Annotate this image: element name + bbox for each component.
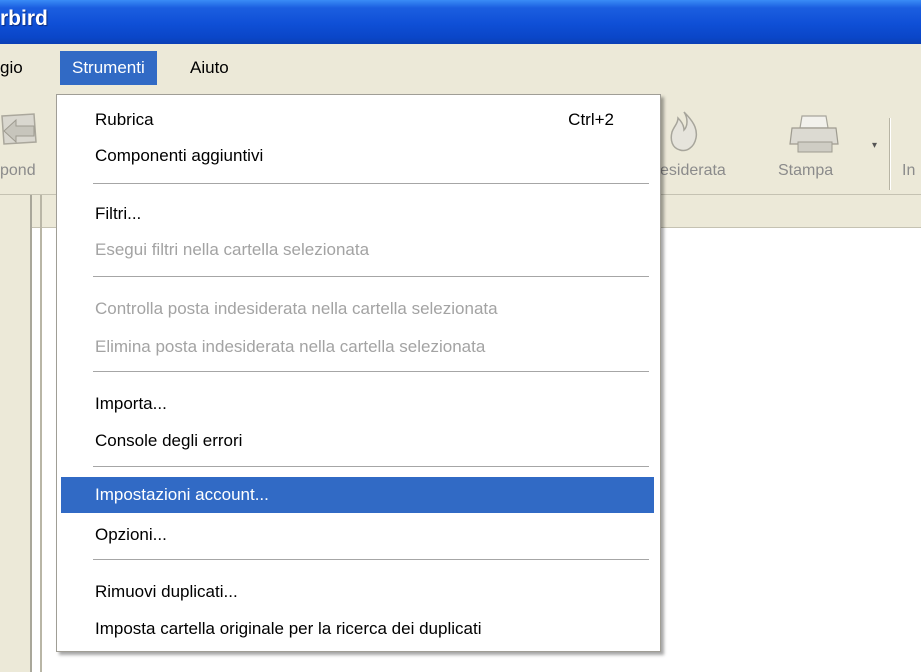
menu-item-opzioni[interactable]: Opzioni... (61, 519, 654, 551)
menu-item-label: Componenti aggiuntivi (95, 146, 264, 165)
menu-item-impostazioni-account[interactable]: Impostazioni account... (61, 477, 654, 513)
menu-separator (93, 276, 649, 278)
menu-item-shortcut: Ctrl+2 (568, 110, 614, 129)
menu-item-label: Esegui filtri nella cartella selezionata (95, 240, 370, 259)
menubar: gio Strumenti Aiuto (0, 44, 921, 92)
menu-item-rimuovi-duplicati[interactable]: Rimuovi duplicati... (61, 576, 654, 608)
menu-messaggio[interactable]: gio (0, 51, 29, 85)
print-dropdown-arrow-icon[interactable]: ▾ (872, 140, 877, 151)
menu-separator (93, 183, 649, 185)
menu-separator (93, 559, 649, 561)
toolbar-label-stampa[interactable]: Stampa (778, 162, 833, 180)
menu-item-label: Impostazioni account... (95, 485, 269, 504)
menu-item-console-errori[interactable]: Console degli errori (61, 425, 654, 457)
menu-item-filtri[interactable]: Filtri... (61, 198, 654, 230)
menu-item-label: Imposta cartella originale per la ricerc… (95, 619, 482, 638)
menu-item-esegui-filtri: Esegui filtri nella cartella selezionata (61, 234, 654, 266)
menu-item-elimina-posta-indesiderata: Elimina posta indesiderata nella cartell… (61, 331, 654, 363)
menu-item-label: Opzioni... (95, 525, 167, 544)
window-titlebar: rbird (0, 0, 921, 44)
menu-item-label: Rubrica (95, 110, 154, 129)
menu-item-label: Filtri... (95, 204, 142, 223)
menu-separator (93, 371, 649, 373)
menu-separator (93, 466, 649, 468)
toolbar-label-rispondi[interactable]: pond (0, 162, 36, 180)
toolbar-label-indesiderata[interactable]: esiderata (660, 162, 726, 180)
pane-splitter[interactable] (40, 195, 42, 672)
menu-item-controlla-posta-indesiderata: Controlla posta indesiderata nella carte… (61, 293, 654, 325)
toolbar-label-partial[interactable]: In (902, 162, 915, 180)
menu-aiuto[interactable]: Aiuto (180, 51, 239, 85)
menu-strumenti[interactable]: Strumenti (60, 51, 157, 85)
menu-item-label: Importa... (95, 394, 167, 413)
menu-item-importa[interactable]: Importa... (61, 388, 654, 420)
junk-flame-icon[interactable] (662, 108, 706, 156)
reply-icon[interactable] (0, 108, 42, 154)
printer-icon[interactable] (788, 112, 842, 156)
menu-item-imposta-cartella-originale[interactable]: Imposta cartella originale per la ricerc… (61, 613, 654, 645)
menu-item-label: Elimina posta indesiderata nella cartell… (95, 337, 486, 356)
window-title: rbird (0, 7, 48, 30)
menu-item-rubrica[interactable]: Rubrica Ctrl+2 (61, 104, 654, 136)
toolbar-separator (889, 118, 891, 190)
folder-pane-edge (0, 195, 32, 672)
menu-item-label: Rimuovi duplicati... (95, 582, 238, 601)
menu-item-label: Console degli errori (95, 431, 243, 450)
strumenti-dropdown-menu: Rubrica Ctrl+2 Componenti aggiuntivi Fil… (56, 94, 661, 652)
menu-item-label: Controlla posta indesiderata nella carte… (95, 299, 498, 318)
menu-item-componenti-aggiuntivi[interactable]: Componenti aggiuntivi (61, 140, 654, 172)
